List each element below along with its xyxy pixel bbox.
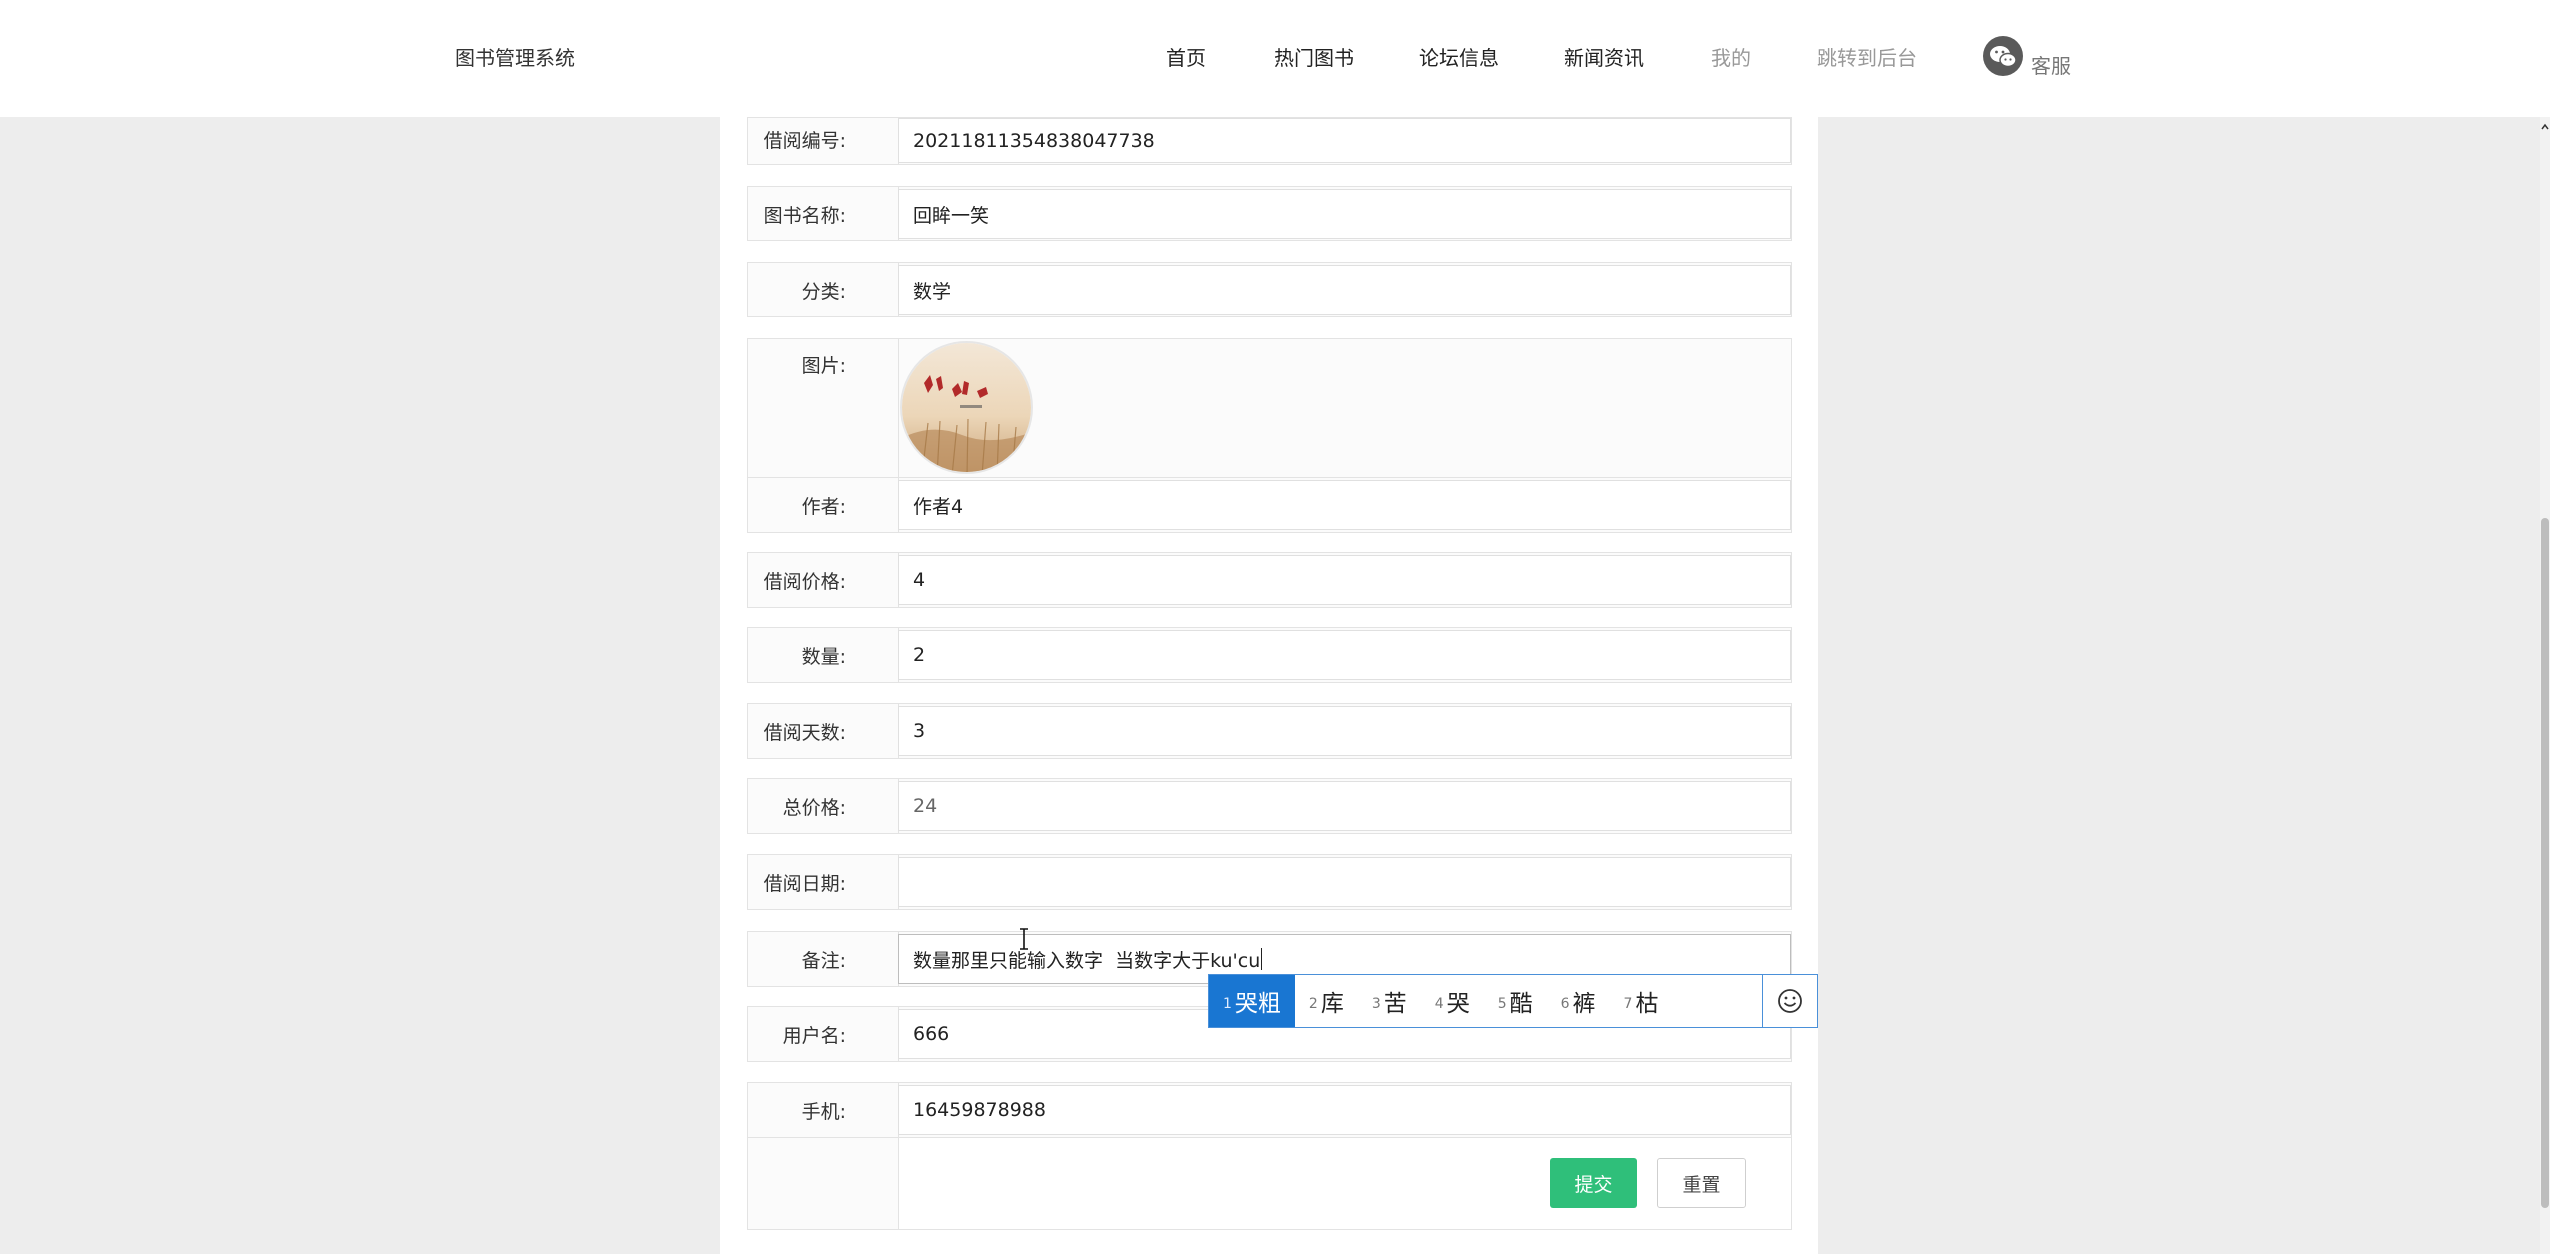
row-category: 分类: 数学 [747,262,1792,317]
phone-field[interactable]: 16459878988 [898,1085,1791,1135]
site-brand[interactable]: 图书管理系统 [455,42,575,71]
text-caret [1261,948,1263,970]
nav-forum[interactable]: 论坛信息 [1419,42,1499,71]
submit-button[interactable]: 提交 [1550,1158,1637,1208]
ime-candidate-bar: 1 哭粗 2库 3苦 4哭 5酷 6裤 7枯 [1208,974,1818,1028]
book-cover-image[interactable] [900,341,1033,474]
wechat-icon[interactable] [1983,36,2023,76]
scroll-up-icon[interactable] [2541,118,2549,130]
category-field[interactable]: 数学 [898,265,1791,315]
scrollbar-thumb[interactable] [2541,518,2549,1208]
category-label: 分类: [801,281,846,303]
book-name-field[interactable]: 回眸一笑 [898,189,1791,239]
text-cursor-icon [1018,928,1030,950]
ime-candidate-6[interactable]: 6裤 [1547,975,1610,1027]
author-label: 作者: [801,496,846,518]
row-image: 图片: [747,338,1792,479]
row-days: 借阅天数: 3 [747,703,1792,759]
row-book-name: 图书名称: 回眸一笑 [747,186,1792,241]
row-price: 借阅价格: 4 [747,552,1792,608]
image-label: 图片: [801,355,846,377]
username-label: 用户名: [782,1025,846,1047]
emoji-icon[interactable] [1762,975,1817,1027]
top-navbar: 图书管理系统 首页 热门图书 论坛信息 新闻资讯 我的 跳转到后台 客服 [0,0,2550,117]
row-borrow-no: 借阅编号: 20211811354838047738 [747,117,1792,165]
row-phone: 手机: 16459878988 [747,1082,1792,1138]
days-field[interactable]: 3 [898,706,1791,756]
phone-label: 手机: [801,1101,846,1123]
book-name-label: 图书名称: [763,205,846,227]
borrow-no-label: 借阅编号: [763,130,846,152]
borrow-no-field[interactable]: 20211811354838047738 [898,118,1791,163]
customer-service-link[interactable]: 客服 [2031,50,2071,79]
nav-home[interactable]: 首页 [1166,42,1206,71]
nav-admin[interactable]: 跳转到后台 [1817,42,1917,71]
days-label: 借阅天数: [763,722,846,744]
nav-hot-books[interactable]: 热门图书 [1274,42,1354,71]
date-field[interactable] [898,857,1791,907]
ime-candidate-2[interactable]: 2库 [1295,975,1358,1027]
quantity-label: 数量: [801,646,846,668]
quantity-field[interactable]: 2 [898,630,1791,680]
ime-candidate-7[interactable]: 7枯 [1610,975,1673,1027]
nav-mine[interactable]: 我的 [1711,42,1751,71]
date-label: 借阅日期: [763,873,846,895]
total-field: 24 [898,781,1791,831]
row-author: 作者: 作者4 [747,477,1792,533]
ime-candidate-3[interactable]: 3苦 [1358,975,1421,1027]
author-field[interactable]: 作者4 [898,480,1791,530]
ime-candidate-5[interactable]: 5酷 [1484,975,1547,1027]
row-quantity: 数量: 2 [747,627,1792,683]
price-label: 借阅价格: [763,571,846,593]
reset-button[interactable]: 重置 [1657,1158,1746,1208]
nav-news[interactable]: 新闻资讯 [1564,42,1644,71]
row-total: 总价格: 24 [747,778,1792,834]
ime-candidate-4[interactable]: 4哭 [1421,975,1484,1027]
price-field[interactable]: 4 [898,555,1791,605]
total-label: 总价格: [782,797,846,819]
row-date: 借阅日期: [747,854,1792,910]
remark-label: 备注: [801,950,846,972]
ime-candidate-1[interactable]: 1 哭粗 [1209,975,1295,1027]
remark-text: 数量那里只能输入数字 当数字大于ku'cu [913,949,1261,972]
